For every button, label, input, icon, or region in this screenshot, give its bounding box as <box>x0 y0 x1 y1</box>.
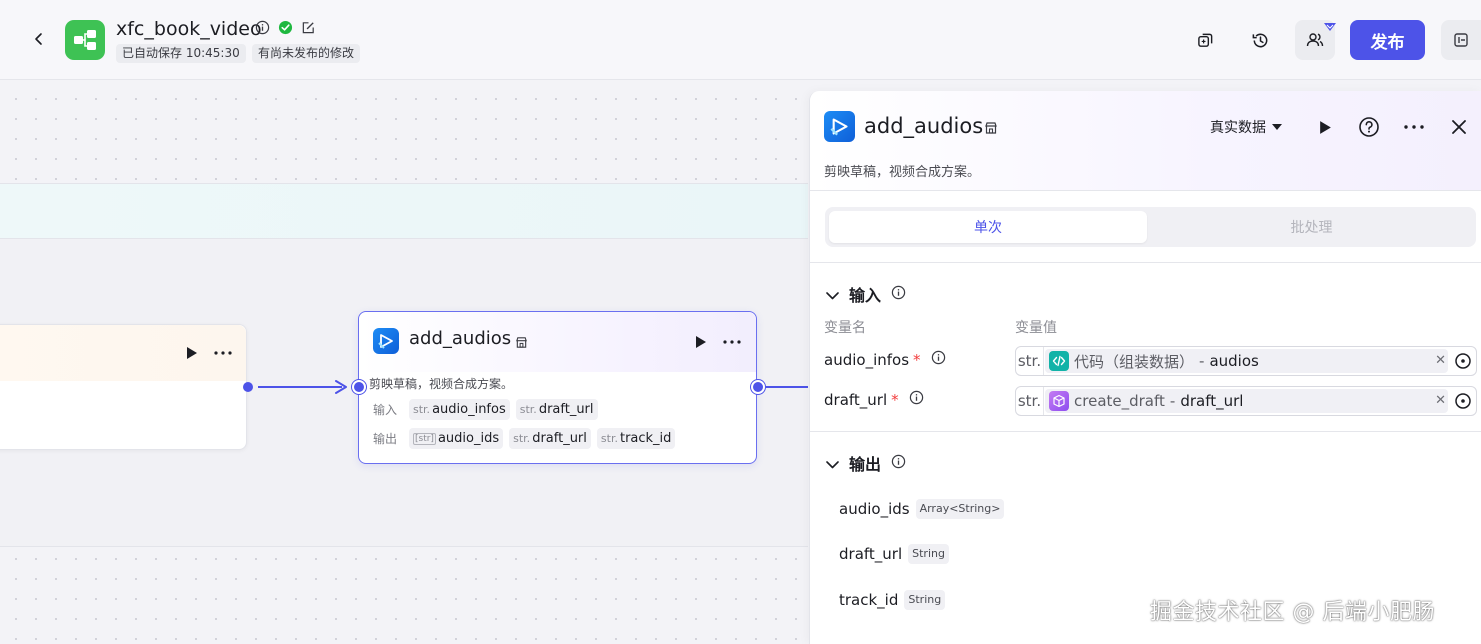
top-bar: xfc_book_video 已自动保存 10:45:30 有尚未发布的修改 发… <box>0 0 1481 80</box>
node-detail-panel: add_audios 真实数据 剪映草稿，视频合成方案。 单次 批处理 输入 变 <box>809 91 1481 644</box>
store-icon <box>984 120 998 139</box>
run-node-play-icon[interactable] <box>183 344 201 362</box>
type-tag: String <box>904 590 946 610</box>
type-tag: Array<String> <box>915 499 1005 519</box>
input-name-draft-url: draft_url * <box>824 390 924 409</box>
output-port[interactable] <box>751 380 765 394</box>
run-node-play-icon[interactable] <box>692 333 710 351</box>
input-value-draft-url[interactable]: str. create_draft - draft_url ✕ <box>1015 386 1477 416</box>
variable-select-icon[interactable] <box>1454 392 1472 414</box>
back-icon[interactable] <box>28 28 50 50</box>
output-item: draft_url String <box>839 544 949 564</box>
inputs-label: 输入 <box>373 403 398 417</box>
copy-icon[interactable] <box>1185 20 1225 60</box>
panel-icon[interactable] <box>1441 20 1481 60</box>
column-variable-name: 变量名 <box>824 320 866 336</box>
clear-icon[interactable]: ✕ <box>1435 393 1446 408</box>
app-icon <box>65 20 105 60</box>
node-title: add_audios <box>409 328 512 349</box>
collaborators-icon[interactable] <box>1295 17 1337 60</box>
workflow-canvas[interactable]: add_audios 剪映草稿，视频合成方案。 输入 str. audio_inf… <box>0 81 808 644</box>
divider <box>810 262 1481 263</box>
clear-icon[interactable]: ✕ <box>1435 353 1446 368</box>
publish-button[interactable]: 发布 <box>1350 20 1425 60</box>
info-icon[interactable] <box>891 285 906 304</box>
input-value-audio-infos[interactable]: str. 代码（组装数据） - audios ✕ <box>1015 346 1477 376</box>
edit-icon[interactable] <box>301 20 316 39</box>
node-header: add_audios <box>359 312 756 372</box>
more-options-icon[interactable] <box>212 344 234 362</box>
watermark: 掘金技术社区 @ 后端小肥肠 <box>1150 600 1435 625</box>
output-section-title: 输出 <box>849 455 882 474</box>
input-chip: str. audio_infos <box>409 399 510 420</box>
premium-badge-icon <box>1323 17 1337 31</box>
variable-reference: 代码（组装数据） - audios <box>1045 349 1448 373</box>
node-description: 剪映草稿，视频合成方案。 <box>369 377 514 391</box>
node-outputs-row: 输出 [str] audio_ids str. draft_url str. trac… <box>373 428 676 449</box>
input-section-toggle[interactable]: 输入 <box>826 282 906 306</box>
info-icon[interactable] <box>931 350 946 369</box>
more-options-icon[interactable] <box>721 333 743 351</box>
output-chip: str. draft_url <box>509 428 591 449</box>
app-title: xfc_book_video <box>116 18 262 40</box>
jianying-plugin-icon <box>824 111 855 142</box>
info-icon[interactable] <box>255 20 270 39</box>
caret-down-icon <box>1272 119 1282 135</box>
store-icon <box>515 334 528 353</box>
type-label: str. <box>1016 347 1044 375</box>
check-circle-icon <box>278 20 293 39</box>
type-label: str. <box>1016 387 1044 415</box>
help-icon[interactable] <box>1357 115 1381 139</box>
input-section-title: 输入 <box>849 286 882 305</box>
chevron-down-icon <box>826 454 839 473</box>
data-mode-select[interactable]: 真实数据 <box>1210 117 1282 137</box>
outputs-label: 输出 <box>373 432 398 446</box>
jianying-plugin-icon <box>373 328 399 354</box>
node-inputs-row: 输入 str. audio_infos str. draft_url <box>373 399 598 420</box>
info-icon[interactable] <box>891 454 906 473</box>
output-port[interactable] <box>243 382 253 392</box>
history-icon[interactable] <box>1240 20 1280 60</box>
panel-title: add_audios <box>864 114 984 138</box>
tab-single[interactable]: 单次 <box>829 211 1147 243</box>
run-test-play-icon[interactable] <box>1315 117 1335 137</box>
chevron-down-icon <box>826 285 839 304</box>
output-chip: [str] audio_ids <box>409 428 504 449</box>
output-item: audio_ids Array<String> <box>839 499 1005 519</box>
type-tag: String <box>908 544 949 564</box>
panel-header: add_audios 真实数据 剪映草稿，视频合成方案。 <box>810 91 1481 191</box>
run-mode-tabs: 单次 批处理 <box>825 207 1476 247</box>
divider <box>810 431 1481 432</box>
input-port[interactable] <box>352 380 366 394</box>
cube-plugin-icon <box>1049 391 1069 411</box>
output-item: track_id String <box>839 590 946 610</box>
output-section-toggle[interactable]: 输出 <box>826 451 906 475</box>
autosave-status: 已自动保存 10:45:30 <box>116 44 246 63</box>
tab-batch[interactable]: 批处理 <box>1151 211 1472 243</box>
close-icon[interactable] <box>1448 116 1470 138</box>
output-chip: str. track_id <box>596 428 676 449</box>
code-node-icon <box>1049 351 1069 371</box>
variable-reference: create_draft - draft_url <box>1045 389 1448 413</box>
add-audios-node[interactable]: add_audios 剪映草稿，视频合成方案。 输入 str. audio_inf… <box>358 311 757 464</box>
previous-node[interactable] <box>0 324 247 450</box>
panel-description: 剪映草稿，视频合成方案。 <box>824 165 981 180</box>
input-name-audio-infos: audio_infos * <box>824 350 946 369</box>
variable-select-icon[interactable] <box>1454 352 1472 374</box>
info-icon[interactable] <box>909 390 924 409</box>
unpublished-status: 有尚未发布的修改 <box>252 44 361 63</box>
input-chip: str. draft_url <box>515 399 598 420</box>
column-variable-value: 变量值 <box>1015 320 1057 336</box>
title-icons <box>255 20 316 39</box>
more-options-icon[interactable] <box>1402 117 1426 137</box>
